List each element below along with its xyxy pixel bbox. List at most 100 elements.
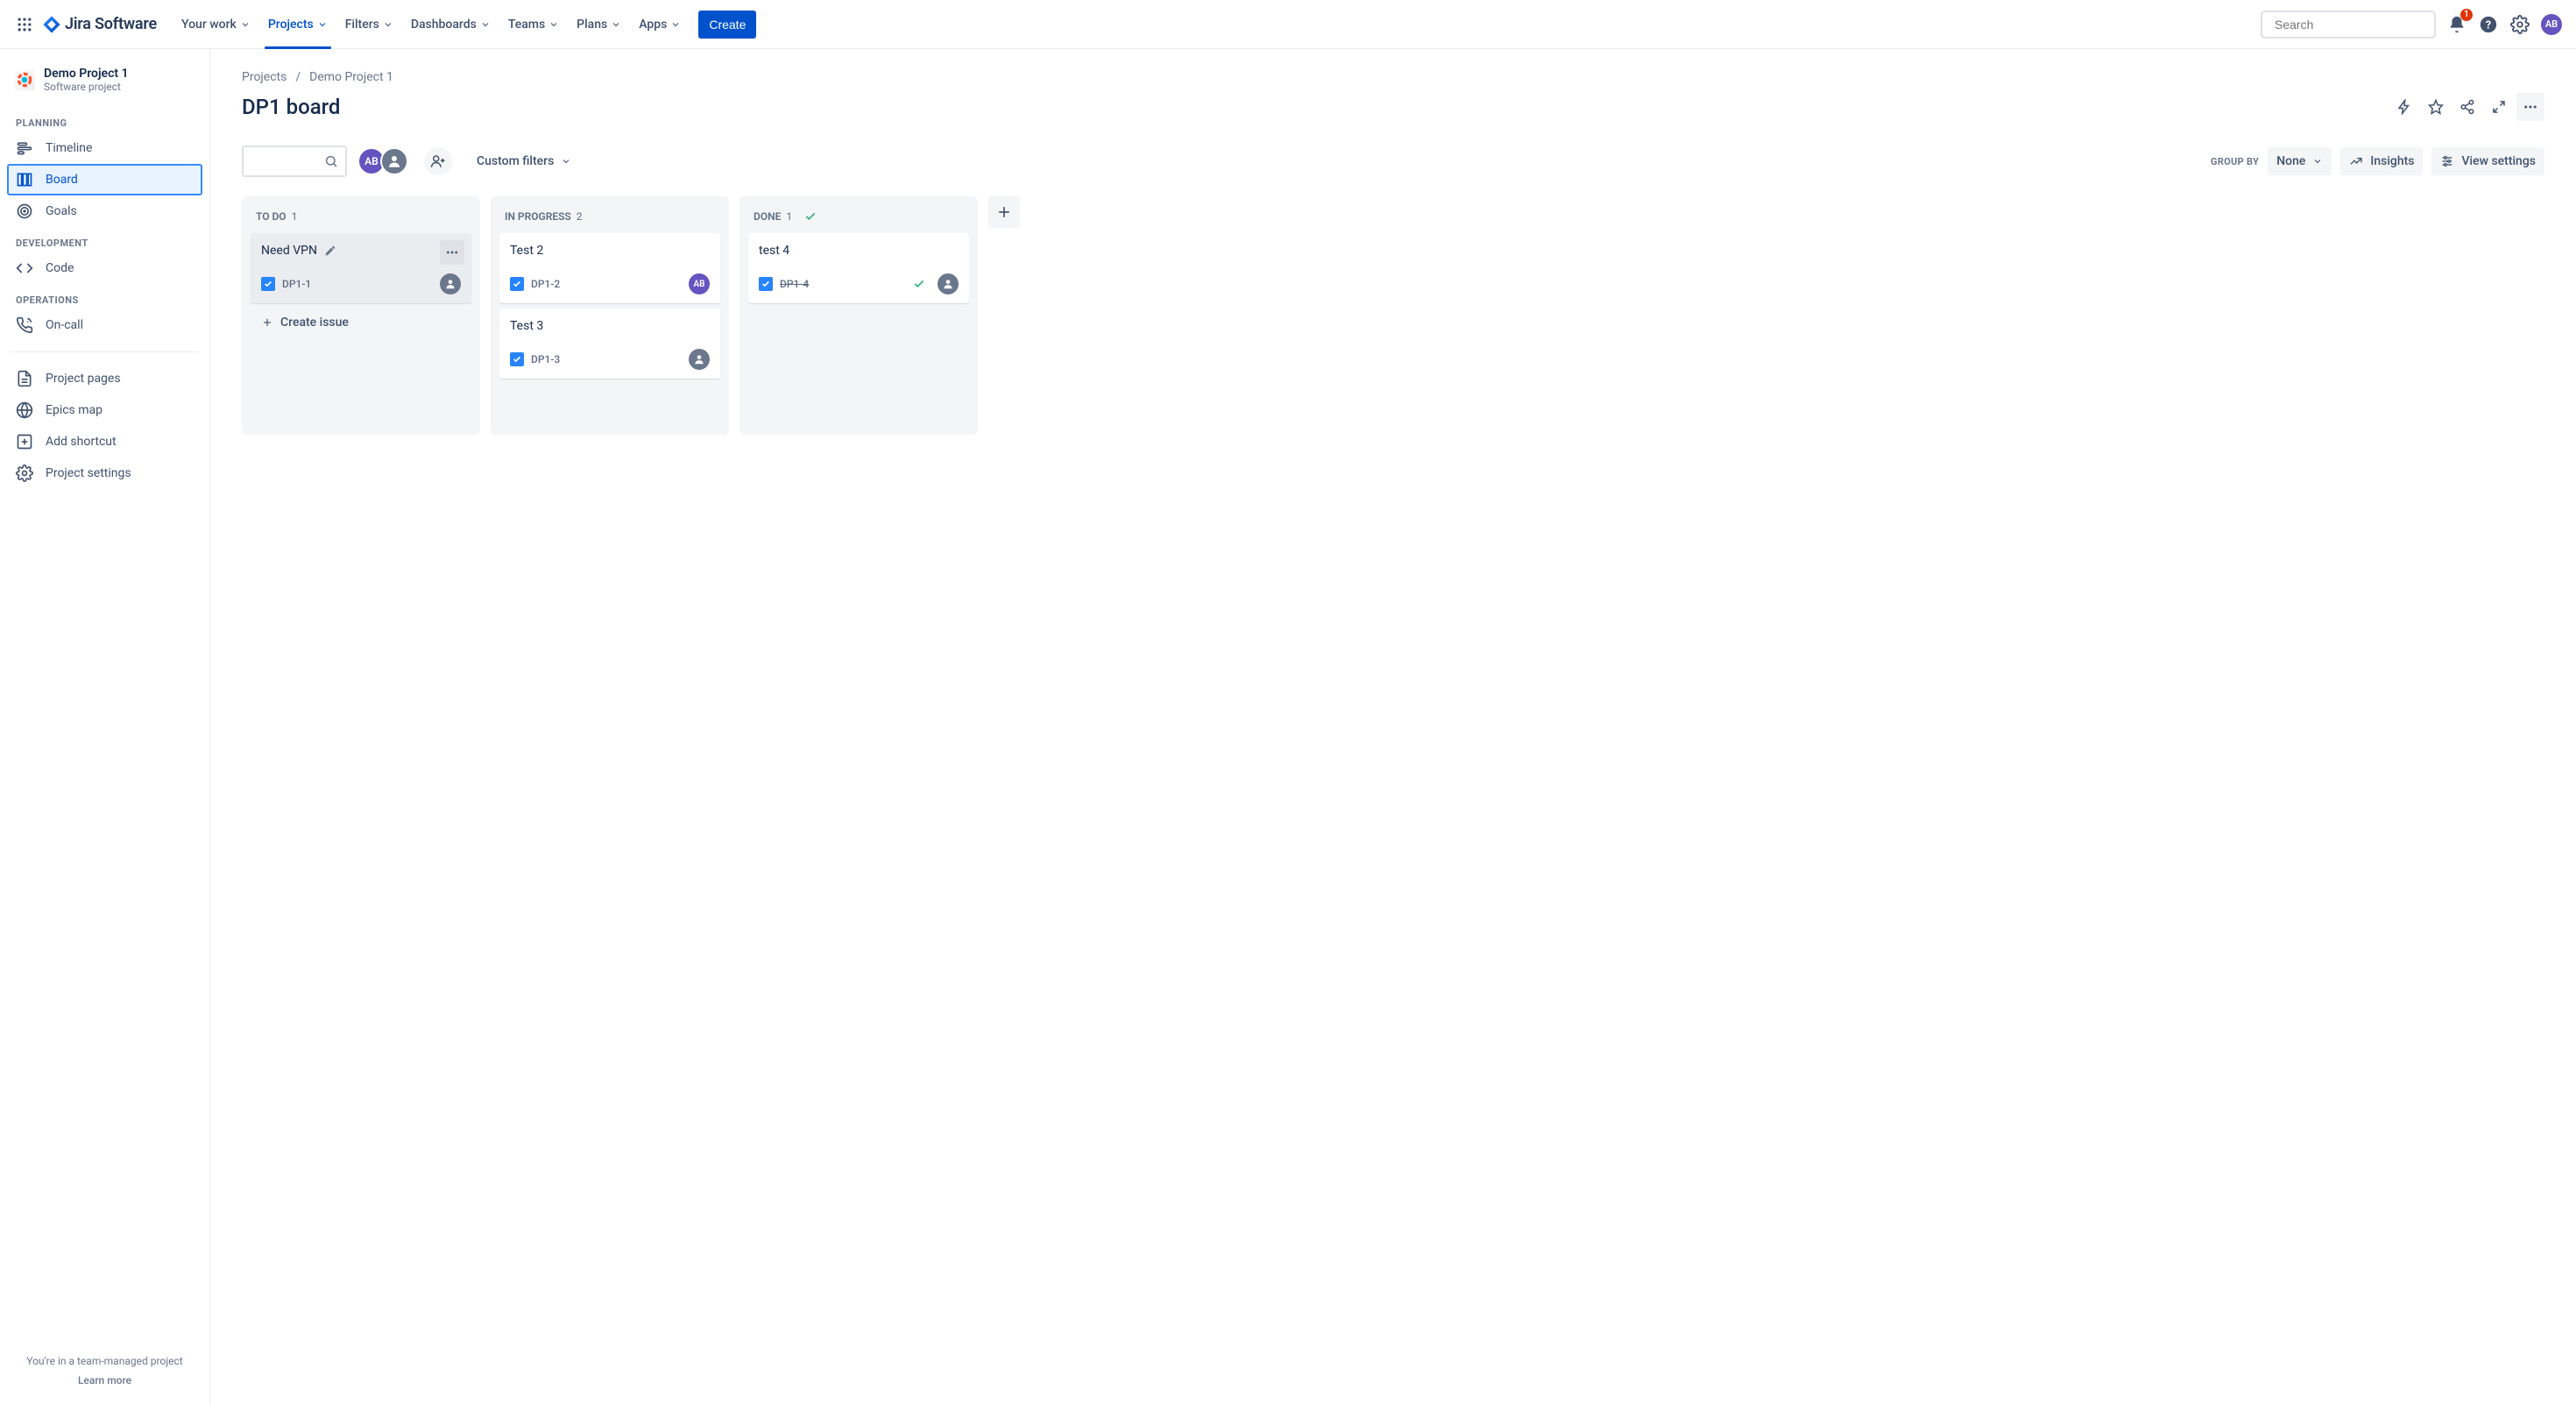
issue-card[interactable]: Test 2 DP1-2 AB	[499, 233, 720, 303]
section-planning: PLANNING	[7, 107, 202, 132]
create-button[interactable]: Create	[698, 11, 756, 39]
sidebar-item-code[interactable]: Code	[7, 252, 202, 284]
assignee-avatar[interactable]: AB	[689, 273, 710, 294]
column-done: DONE 1test 4DP1-4	[740, 196, 978, 435]
breadcrumb-projects[interactable]: Projects	[242, 70, 287, 84]
card-title: Need VPN	[261, 244, 317, 258]
group-by-dropdown[interactable]: None	[2268, 147, 2332, 175]
column-to-do: TO DO 1 Need VPN DP1-1 Create issue	[242, 196, 480, 435]
section-operations: OPERATIONS	[7, 284, 202, 309]
sidebar-item-add-shortcut[interactable]: Add shortcut	[7, 426, 202, 457]
notification-badge: 1	[2460, 9, 2473, 21]
sidebar-item-board[interactable]: Board	[7, 164, 202, 195]
insights-button[interactable]: Insights	[2340, 147, 2423, 175]
learn-more-link[interactable]: Learn more	[14, 1374, 195, 1386]
on-call-icon	[16, 316, 33, 334]
task-type-icon	[261, 277, 275, 291]
view-settings-button[interactable]: View settings	[2431, 147, 2544, 175]
sidebar-item-epics-map[interactable]: Epics map	[7, 394, 202, 426]
footer-text: You're in a team-managed project	[26, 1355, 182, 1367]
issue-key: DP1-1	[282, 278, 311, 290]
assignee-avatar[interactable]	[938, 273, 959, 294]
profile-avatar[interactable]: AB	[2537, 11, 2565, 39]
nav-dashboards[interactable]: Dashboards	[404, 0, 498, 49]
more-icon[interactable]	[2516, 93, 2544, 121]
sidebar-item-goals[interactable]: Goals	[7, 195, 202, 227]
star-icon[interactable]	[2422, 93, 2450, 121]
product-name: Jira Software	[65, 15, 157, 33]
nav-items: Your workProjectsFiltersDashboardsTeamsP…	[174, 0, 688, 49]
board-search[interactable]	[242, 145, 347, 177]
member-avatar[interactable]	[380, 147, 408, 175]
issue-key: DP1-4	[780, 278, 809, 290]
project-sidebar: Demo Project 1 Software project PLANNING…	[0, 49, 210, 1404]
sidebar-item-project-settings[interactable]: Project settings	[7, 457, 202, 489]
column-header: TO DO 1	[247, 207, 475, 233]
sidebar-item-timeline[interactable]: Timeline	[7, 132, 202, 164]
nav-plans[interactable]: Plans	[570, 0, 628, 49]
issue-key: DP1-2	[531, 278, 560, 290]
breadcrumb-project[interactable]: Demo Project 1	[309, 70, 393, 84]
share-icon[interactable]	[2453, 93, 2481, 121]
code-icon	[16, 259, 33, 277]
top-navigation: Jira Software Your workProjectsFiltersDa…	[0, 0, 2576, 49]
group-by-label: GROUP BY	[2211, 156, 2259, 167]
column-header: DONE 1	[745, 207, 973, 233]
jira-logo[interactable]: Jira Software	[42, 15, 157, 34]
epics-map-icon	[16, 401, 33, 419]
issue-card[interactable]: Test 3 DP1-3	[499, 308, 720, 379]
add-column-button[interactable]	[988, 196, 1020, 228]
user-initials: AB	[2541, 14, 2562, 35]
automation-icon[interactable]	[2390, 93, 2418, 121]
done-check-icon	[913, 278, 925, 290]
create-issue-button[interactable]: Create issue	[251, 308, 471, 337]
settings-icon[interactable]	[2506, 11, 2534, 39]
main-content: Projects / Demo Project 1 DP1 board AB	[210, 49, 2576, 1404]
assignee-avatar[interactable]	[440, 273, 461, 294]
section-development: DEVELOPMENT	[7, 227, 202, 252]
card-title: Test 3	[510, 319, 543, 333]
column-header: IN PROGRESS 2	[496, 207, 724, 233]
task-type-icon	[510, 352, 524, 366]
nav-apps[interactable]: Apps	[632, 0, 688, 49]
nav-your-work[interactable]: Your work	[174, 0, 258, 49]
task-type-icon	[759, 277, 773, 291]
add-people-icon[interactable]	[424, 147, 452, 175]
nav-projects[interactable]: Projects	[261, 0, 335, 49]
add-shortcut-icon	[16, 433, 33, 450]
project-settings-icon	[16, 464, 33, 482]
svg-text:?: ?	[2486, 18, 2491, 32]
issue-card[interactable]: test 4DP1-4	[748, 233, 969, 303]
column-in-progress: IN PROGRESS 2 Test 2 DP1-2 AB Test 3 DP1-3	[491, 196, 729, 435]
issue-key: DP1-3	[531, 353, 560, 365]
project-type: Software project	[44, 81, 129, 93]
project-header[interactable]: Demo Project 1 Software project	[7, 67, 202, 107]
global-search[interactable]	[2261, 11, 2436, 39]
card-title: Test 2	[510, 244, 543, 258]
kanban-board: TO DO 1 Need VPN DP1-1 Create issue IN PROGR…	[242, 196, 2544, 435]
fullscreen-icon[interactable]	[2485, 93, 2513, 121]
sidebar-item-on-call[interactable]: On-call	[7, 309, 202, 341]
edit-icon[interactable]	[324, 245, 336, 257]
nav-teams[interactable]: Teams	[501, 0, 566, 49]
app-switcher-icon[interactable]	[11, 11, 39, 39]
help-icon[interactable]: ?	[2474, 11, 2502, 39]
project-name: Demo Project 1	[44, 67, 129, 81]
project-pages-icon	[16, 370, 33, 387]
card-more-icon[interactable]	[440, 240, 464, 265]
issue-card[interactable]: Need VPN DP1-1	[251, 233, 471, 303]
task-type-icon	[510, 277, 524, 291]
member-avatars: AB	[357, 147, 408, 175]
board-title: DP1 board	[242, 95, 340, 119]
notifications-icon[interactable]: 1	[2443, 11, 2471, 39]
assignee-avatar[interactable]	[689, 349, 710, 370]
timeline-icon	[16, 139, 33, 157]
project-icon	[14, 69, 35, 90]
global-search-input[interactable]	[2275, 18, 2433, 32]
sidebar-item-project-pages[interactable]: Project pages	[7, 363, 202, 394]
nav-filters[interactable]: Filters	[338, 0, 400, 49]
board-icon	[16, 171, 33, 188]
breadcrumb: Projects / Demo Project 1	[242, 70, 2544, 84]
goals-icon	[16, 202, 33, 220]
custom-filters-dropdown[interactable]: Custom filters	[470, 149, 578, 174]
